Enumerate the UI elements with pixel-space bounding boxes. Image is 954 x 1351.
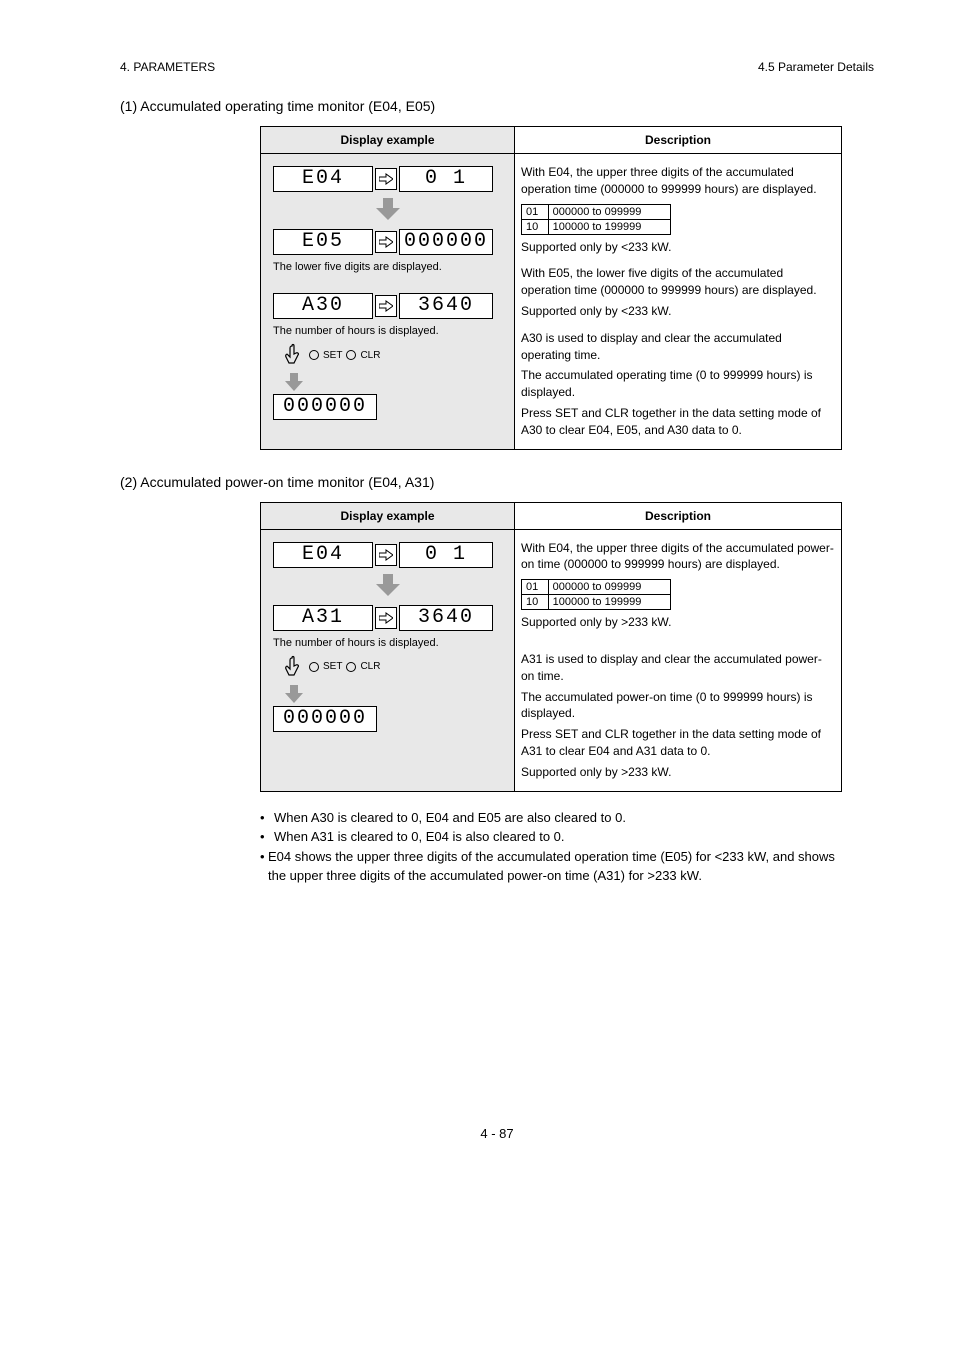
lcd-code: E04: [273, 542, 373, 568]
key-dot-icon: [346, 662, 356, 672]
hand-icon: [283, 655, 305, 679]
key-label: CLR: [360, 350, 380, 361]
lcd-value: 3640: [399, 605, 493, 631]
lcd-result: 000000: [273, 394, 377, 420]
ref-table: 01000000 to 099999 10100000 to 199999: [521, 579, 671, 610]
ref-table: 01000000 to 099999 10100000 to 199999: [521, 204, 671, 235]
down-arrow-icon: [283, 373, 508, 394]
param-row-a30: A30 3640: [273, 293, 502, 319]
page-footer: 4 - 87: [120, 1126, 874, 1141]
lcd-code: E04: [273, 166, 373, 192]
key-label: SET: [323, 661, 342, 672]
header-left: 4. PARAMETERS: [120, 60, 215, 74]
param-row-e04: E04 0 1: [273, 166, 502, 192]
note-text: The lower five digits are displayed.: [273, 261, 508, 273]
desc-e04b: Supported only by <233 kW.: [521, 239, 835, 256]
key-press-row: SET CLR: [283, 343, 492, 367]
note-text: The number of hours is displayed.: [273, 325, 508, 337]
note-text: The number of hours is displayed.: [273, 637, 508, 649]
section-2-title: (2) Accumulated power-on time monitor (E…: [120, 474, 874, 490]
col-head-right: Description: [515, 502, 842, 529]
down-arrow-icon: [267, 198, 508, 223]
section-1-title: (1) Accumulated operating time monitor (…: [120, 98, 874, 114]
desc-e05: With E05, the lower five digits of the a…: [521, 265, 835, 319]
key-label: CLR: [360, 661, 380, 672]
lcd-value: 0 1: [399, 166, 493, 192]
col-head-right: Description: [515, 127, 842, 154]
header-right: 4.5 Parameter Details: [758, 60, 874, 74]
lcd-code: A31: [273, 605, 373, 631]
col-head-left: Display example: [261, 502, 515, 529]
section-2-table: Display example Description E04 0 1 A31: [260, 502, 842, 792]
arrow-right-icon: [375, 607, 397, 629]
lcd-code: E05: [273, 229, 373, 255]
param-row-a31: A31 3640: [273, 605, 502, 631]
param-row-e04: E04 0 1: [273, 542, 502, 568]
key-dot-icon: [309, 662, 319, 672]
key-press-row: SET CLR: [283, 655, 492, 679]
down-arrow-icon: [283, 685, 508, 706]
lcd-result: 000000: [273, 706, 377, 732]
key-label: SET: [323, 350, 342, 361]
key-dot-icon: [309, 350, 319, 360]
lcd-value: 0 1: [399, 542, 493, 568]
param-row-e05: E05 000000: [273, 229, 502, 255]
desc-e04: With E04, the upper three digits of the …: [521, 540, 835, 574]
arrow-right-icon: [375, 544, 397, 566]
lcd-value: 3640: [399, 293, 493, 319]
lcd-code: A30: [273, 293, 373, 319]
down-arrow-icon: [267, 574, 508, 599]
arrow-right-icon: [375, 168, 397, 190]
col-head-left: Display example: [261, 127, 515, 154]
arrow-right-icon: [375, 231, 397, 253]
page-header: 4. PARAMETERS 4.5 Parameter Details: [120, 60, 874, 74]
desc-e04: With E04, the upper three digits of the …: [521, 164, 835, 198]
desc-e04b: Supported only by >233 kW.: [521, 614, 835, 631]
key-dot-icon: [346, 350, 356, 360]
desc-a31: A31 is used to display and clear the acc…: [521, 651, 835, 781]
arrow-right-icon: [375, 295, 397, 317]
section-1-table: Display example Description E04 0 1 E0: [260, 126, 842, 450]
hand-icon: [283, 343, 305, 367]
lcd-value: 000000: [399, 229, 493, 255]
bullet-list: •When A30 is cleared to 0, E04 and E05 a…: [260, 808, 842, 886]
desc-a30: A30 is used to display and clear the acc…: [521, 330, 835, 439]
